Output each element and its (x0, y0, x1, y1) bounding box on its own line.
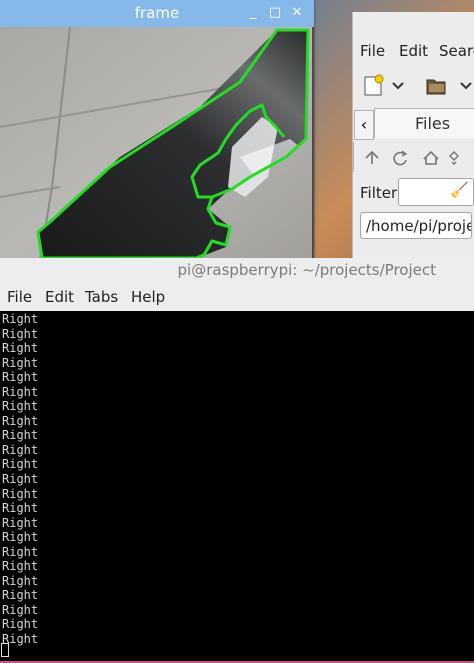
terminal-line: Right (2, 413, 39, 428)
terminal-line: Right (2, 312, 39, 326)
frame-window: frame _ □ ✕ (0, 0, 314, 262)
frame-titlebar[interactable]: frame _ □ ✕ (0, 0, 314, 27)
maximize-button[interactable]: □ (267, 4, 283, 22)
terminal-line: Right (2, 617, 39, 632)
reload-icon[interactable] (393, 150, 408, 166)
maximize-icon: □ (268, 5, 282, 20)
file-manager-tabs: ‹ Files (353, 108, 474, 140)
terminal-line: Right (2, 559, 39, 574)
tab-files[interactable]: Files (374, 108, 474, 138)
fm-menu-edit[interactable]: Edit (399, 42, 428, 60)
terminal-window: pi@raspberrypi: ~/projects/Project File … (0, 258, 474, 663)
terminal-line: Right (2, 457, 39, 472)
terminal-line: Right (2, 501, 39, 516)
terminal-line: Right (2, 326, 39, 341)
terminal-line: Right (2, 355, 39, 370)
term-menu-help[interactable]: Help (131, 288, 165, 306)
folder-icon (426, 79, 472, 95)
term-menu-file[interactable]: File (7, 288, 32, 306)
terminal-line: Right (2, 370, 39, 385)
term-menu-tabs[interactable]: Tabs (85, 288, 118, 306)
chevron-left-icon: ‹ (360, 115, 368, 134)
filter-input[interactable]: 🧹 (398, 178, 474, 206)
terminal-output[interactable]: Right Right Right Right Right Right Right Right… (0, 311, 474, 661)
filter-label: Filter: (360, 184, 402, 202)
minimize-icon: _ (249, 5, 257, 20)
terminal-line: Right (2, 428, 39, 443)
home-icon[interactable] (423, 150, 439, 165)
terminal-line: Right (2, 486, 39, 501)
terminal-line: Right (2, 588, 39, 603)
terminal-line: Right (2, 472, 39, 487)
terminal-line: Right (2, 602, 39, 617)
camera-frame-view (0, 27, 312, 260)
fm-menu-file[interactable]: File (360, 42, 385, 60)
file-manager-menubar: File Edit Searc (353, 42, 474, 64)
new-folder-button[interactable] (363, 74, 407, 98)
terminal-line: Right (2, 384, 39, 399)
open-folder-button[interactable] (425, 74, 474, 98)
terminal-title: pi@raspberrypi: ~/projects/Project (177, 261, 436, 279)
minimize-button[interactable]: _ (245, 4, 261, 22)
terminal-line: Right (2, 399, 39, 414)
terminal-line: Right (2, 515, 39, 530)
terminal-line: Right (2, 530, 39, 545)
file-manager-nav-toolbar (353, 142, 474, 172)
terminal-cursor (1, 643, 9, 657)
up-arrow-icon[interactable] (365, 150, 379, 164)
close-button[interactable]: ✕ (289, 4, 305, 22)
tab-scroll-left-button[interactable]: ‹ (354, 110, 374, 140)
clear-broom-icon[interactable]: 🧹 (450, 181, 469, 199)
bookmark-dropdown-icon[interactable] (449, 151, 459, 165)
new-folder-icon (364, 74, 404, 96)
terminal-lines: Right Right Right Right Right Right Right Right… (2, 312, 38, 647)
terminal-line: Right (2, 442, 39, 457)
nav-icons (365, 150, 459, 166)
terminal-line: Right (2, 544, 39, 559)
term-menu-edit[interactable]: Edit (45, 288, 74, 306)
fm-menu-search[interactable]: Searc (439, 42, 474, 60)
camera-image (0, 27, 312, 260)
close-icon: ✕ (291, 5, 303, 20)
terminal-line: Right (2, 573, 39, 588)
terminal-line: Right (2, 341, 39, 356)
file-manager-window: File Edit Searc ‹ Files (352, 12, 474, 258)
path-bar[interactable]: /home/pi/proje (360, 212, 472, 239)
